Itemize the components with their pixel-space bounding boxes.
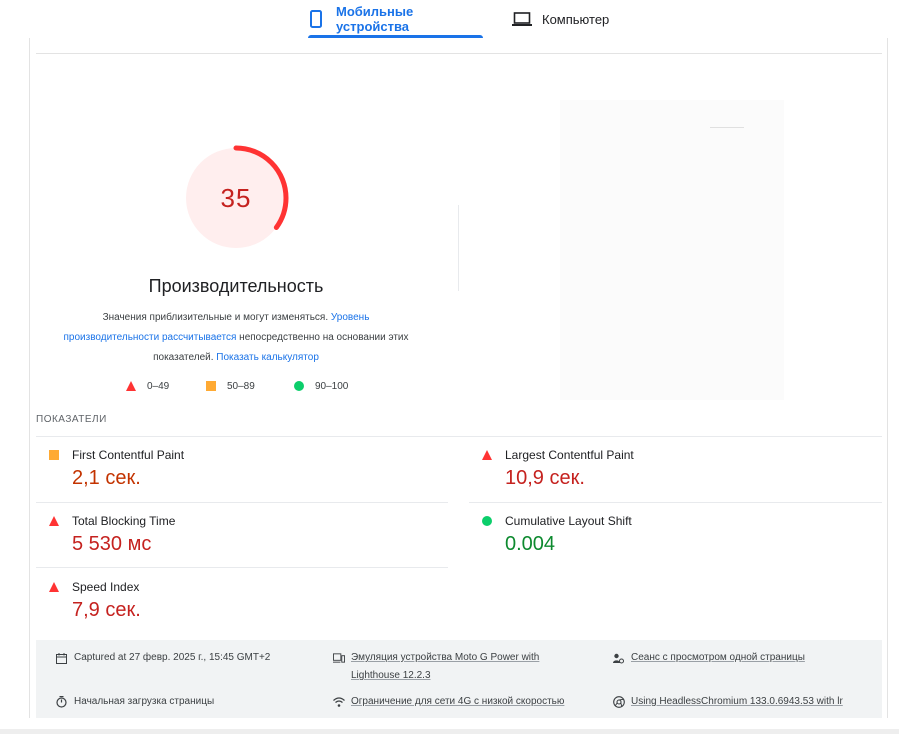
smartphone-icon [310,10,322,28]
legend-average-label: 50–89 [227,380,255,392]
divider [36,567,448,568]
throttling-text: Ограничение для сети 4G с низкой скорост… [351,696,565,707]
initial-page-load: Начальная загрузка страницы [56,693,214,711]
divider [469,502,882,503]
circle-icon [294,381,304,391]
triangle-icon [49,516,59,526]
metric-value: 10,9 сек. [505,467,585,489]
scroll-track [0,729,899,734]
session-text: Сеанс с просмотром одной страницы [631,652,805,663]
browser-version[interactable]: Using HeadlessChromium 133.0.6943.53 wit… [613,693,843,711]
performance-title: Производительность [148,276,324,296]
divider [36,53,882,54]
devices-icon [333,649,345,667]
description-text: Значения приблизительные и могут изменят… [102,312,329,323]
wifi-icon [333,693,345,711]
square-icon [206,381,216,391]
metric-label: Cumulative Layout Shift [505,514,632,528]
legend-poor-label: 0–49 [147,380,170,392]
metric-label: Largest Contentful Paint [505,448,634,462]
network-throttling[interactable]: Ограничение для сети 4G с низкой скорост… [333,693,564,711]
metric-tbt: Total Blocking Time 5 530 мс [49,513,175,556]
emulation-text-2: Lighthouse 12.2.3 [351,670,431,681]
device-emulation[interactable]: Эмуляция устройства Moto G Power with Li… [333,649,539,685]
timer-icon [56,693,68,711]
tab-mobile[interactable]: Мобильные устройства [308,0,483,38]
triangle-icon [482,450,492,460]
screenshot-detail [710,127,744,128]
tab-desktop-label: Компьютер [542,11,610,27]
divider [36,502,448,503]
metric-value: 7,9 сек. [72,599,141,621]
metric-label: First Contentful Paint [72,448,185,462]
single-page-session[interactable]: Сеанс с просмотром одной страницы [613,649,805,667]
initial-load-text: Начальная загрузка страницы [74,696,215,707]
performance-score: 35 [220,182,252,213]
metric-cls: Cumulative Layout Shift 0.004 [482,513,632,556]
captured-text: Captured at 27 февр. 2025 г., 15:45 GMT+… [74,652,271,663]
metric-speed-index: Speed Index 7,9 сек. [49,579,141,622]
page-screenshot[interactable] [560,100,784,400]
performance-description: Значения приблизительные и могут изменят… [56,308,416,368]
metric-lcp: Largest Contentful Paint 10,9 сек. [482,447,634,490]
legend-average: 50–89 [206,379,255,393]
metric-label: Total Blocking Time [72,514,176,528]
form-factor-tabs: Мобильные устройства Компьютер [0,0,899,38]
metric-label: Speed Index [72,580,140,594]
circle-icon [482,516,492,526]
tab-desktop[interactable]: Компьютер [512,0,609,38]
laptop-icon [512,12,532,26]
metric-value: 5 530 мс [72,533,152,555]
divider [36,436,882,437]
triangle-icon [49,582,59,592]
browser-text: Using HeadlessChromium 133.0.6943.53 wit… [631,696,843,707]
calculator-link[interactable]: Показать калькулятор [216,352,319,363]
captured-at: Captured at 27 февр. 2025 г., 15:45 GMT+… [56,649,270,667]
metrics-title: ПОКАЗАТЕЛИ [36,414,107,425]
metric-value: 0.004 [505,533,556,555]
triangle-icon [126,381,136,391]
chrome-icon [613,693,625,711]
divider [458,205,459,291]
square-icon [49,450,59,460]
metric-value: 2,1 сек. [72,467,141,489]
legend-good-label: 90–100 [315,380,349,392]
legend-poor: 0–49 [126,379,169,393]
tab-mobile-label: Мобильные устройства [336,4,414,34]
person-icon [613,649,625,667]
calendar-icon [56,649,68,667]
runtime-info: Captured at 27 февр. 2025 г., 15:45 GMT+… [36,640,882,718]
emulation-text: Эмуляция устройства Moto G Power with [351,652,540,663]
legend-good: 90–100 [294,379,348,393]
metric-fcp: First Contentful Paint 2,1 сек. [49,447,184,490]
